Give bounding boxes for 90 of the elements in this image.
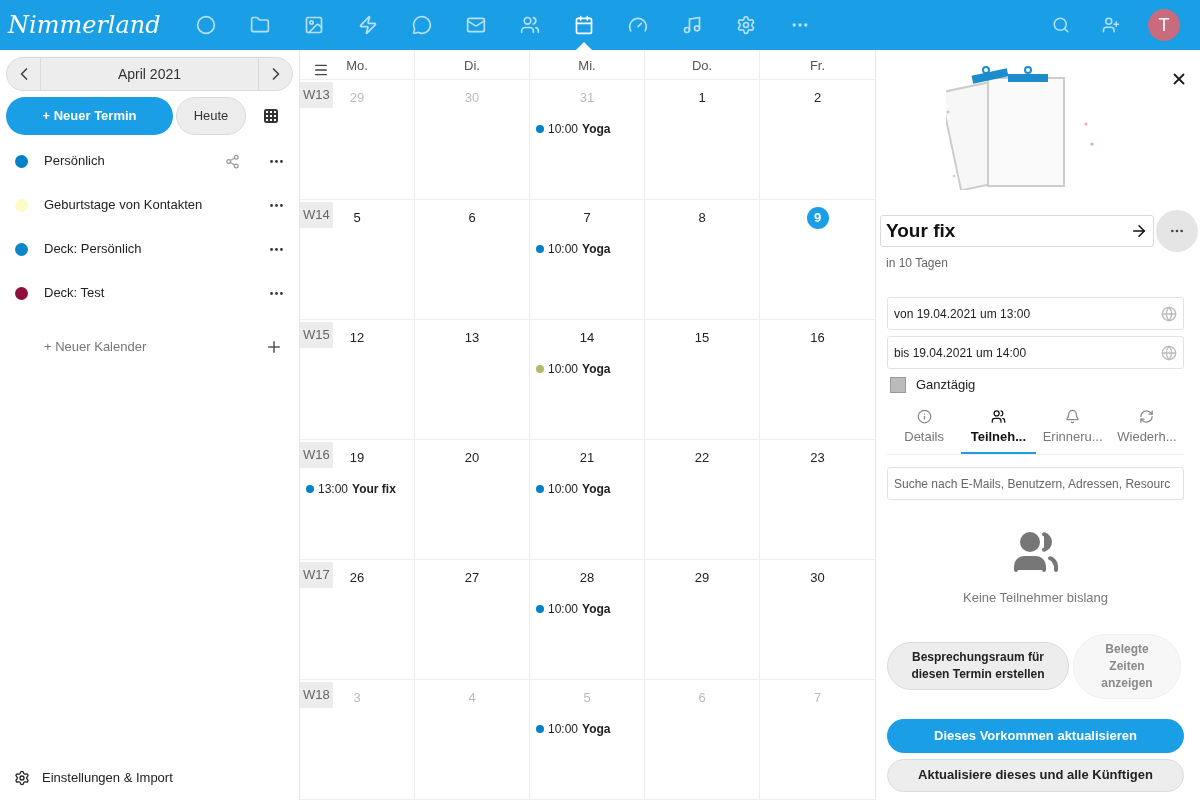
event-entry[interactable]: 10:00 Yoga <box>536 480 638 498</box>
event-entry[interactable]: 10:00 Yoga <box>536 720 638 738</box>
day-number[interactable]: 29 <box>694 567 710 589</box>
calendar-item[interactable]: Persönlich <box>0 139 299 183</box>
info-icon <box>916 408 932 424</box>
update-all-button[interactable]: Aktualisiere dieses und alle Künftigen <box>887 758 1184 792</box>
day-number[interactable]: 15 <box>694 327 710 349</box>
refresh-icon <box>1139 408 1155 424</box>
day-number[interactable]: 13 <box>464 327 480 349</box>
day-number[interactable]: 22 <box>694 447 710 469</box>
tab[interactable]: Teilneh... <box>961 408 1036 454</box>
event-title: Yoga <box>582 721 611 738</box>
event-relative-time: in 10 Tagen <box>886 255 949 272</box>
day-number[interactable]: 5 <box>353 207 361 229</box>
event-time: 10:00 <box>548 601 579 618</box>
weekday-header: Di. <box>464 57 480 75</box>
tab[interactable]: Erinneru... <box>1035 408 1110 454</box>
day-number[interactable]: 28 <box>579 567 595 589</box>
day-number[interactable]: 27 <box>464 567 480 589</box>
end-date-field[interactable]: bis 19.04.2021 um 14:00 <box>887 336 1184 369</box>
event-entry[interactable]: 10:00 Yoga <box>536 360 638 378</box>
event-time: 10:00 <box>548 241 579 258</box>
tab[interactable]: Wiederh... <box>1109 408 1184 454</box>
avatar[interactable]: T <box>1148 9 1180 41</box>
globe-icon[interactable] <box>1161 305 1177 322</box>
day-number[interactable]: 23 <box>810 447 825 469</box>
start-date-field[interactable]: von 19.04.2021 um 13:00 <box>887 297 1184 330</box>
calendar-item[interactable]: Geburtstage von Kontakten <box>0 183 299 227</box>
attendee-search-field[interactable]: Suche nach E-Mails, Benutzern, Adressen, Resourc <box>887 467 1184 500</box>
settings-link[interactable]: Einstellungen & Import <box>42 768 173 788</box>
tab[interactable]: Details <box>887 408 962 454</box>
day-number[interactable]: 1 <box>698 87 706 109</box>
week-number: W17 <box>300 562 333 588</box>
weekday-header: Fr. <box>809 57 826 75</box>
event-title: Yoga <box>582 241 611 258</box>
new-calendar-link[interactable]: + Neuer Kalender <box>44 337 265 357</box>
day-number[interactable]: 16 <box>810 327 825 349</box>
bell-icon <box>1065 408 1081 424</box>
weekday-header: Mi. <box>578 57 596 75</box>
day-number[interactable]: 12 <box>349 327 365 349</box>
event-time: 10:00 <box>548 121 579 138</box>
create-room-button[interactable]: Besprechungsraum für diesen Termin erstellen <box>887 642 1069 690</box>
day-number[interactable]: 6 <box>468 207 476 229</box>
calendar-name: Deck: Persönlich <box>44 240 143 259</box>
share-icon[interactable] <box>225 153 240 169</box>
event-entry[interactable]: 13:00 Your fix <box>306 480 408 498</box>
weekday-header: Mo. <box>346 57 368 75</box>
calendar-name: Deck: Test <box>44 284 106 303</box>
day-number[interactable]: 7 <box>583 207 591 229</box>
day-number[interactable]: 14 <box>579 327 595 349</box>
week-number: W14 <box>300 202 333 228</box>
event-title: Yoga <box>582 361 611 378</box>
weekday-header: Do. <box>691 57 713 75</box>
today-button[interactable]: Heute <box>176 97 246 135</box>
event-title: Yoga <box>582 481 611 498</box>
grid-view-icon[interactable] <box>263 108 279 124</box>
title-field[interactable]: Your fix <box>880 215 1154 247</box>
week-number: W13 <box>300 82 333 108</box>
arrow-right-icon[interactable] <box>1130 222 1148 240</box>
event-title: Yoga <box>582 601 611 618</box>
calendar-item[interactable]: Deck: Test <box>0 271 299 315</box>
event-entry[interactable]: 10:00 Yoga <box>536 120 638 138</box>
all-day-checkbox[interactable] <box>890 376 906 393</box>
calendar-name: Persönlich <box>44 152 106 171</box>
all-day-label: Ganztägig <box>916 376 976 394</box>
event-time: 10:00 <box>548 361 579 378</box>
event-title: Yoga <box>582 121 611 138</box>
event-time: 10:00 <box>548 481 579 498</box>
globe-icon[interactable] <box>1161 344 1177 361</box>
week-number: W16 <box>300 442 333 468</box>
day-number[interactable]: 21 <box>579 447 595 469</box>
day-number[interactable]: 30 <box>810 567 825 589</box>
people-icon <box>990 408 1006 424</box>
event-time: 13:00 <box>318 481 349 498</box>
empty-attendees-text: Keine Teilnehmer bislang <box>963 589 1108 607</box>
week-number: W15 <box>300 322 333 348</box>
event-entry[interactable]: 10:00 Yoga <box>536 600 638 618</box>
calendar-name: Geburtstage von Kontakten <box>44 196 204 215</box>
menu-icon[interactable] <box>313 62 329 78</box>
settings-icon[interactable] <box>14 770 30 786</box>
day-number[interactable]: 2 <box>813 87 822 109</box>
day-number[interactable]: 8 <box>698 207 706 229</box>
week-number: W18 <box>300 682 333 708</box>
day-number[interactable]: 26 <box>349 567 365 589</box>
calendar-item[interactable]: Deck: Persönlich <box>0 227 299 271</box>
event-title: Your fix <box>352 481 396 498</box>
day-number[interactable]: 19 <box>349 447 365 469</box>
event-entry[interactable]: 10:00 Yoga <box>536 240 638 258</box>
event-time: 10:00 <box>548 721 579 738</box>
day-number[interactable]: 20 <box>464 447 480 469</box>
